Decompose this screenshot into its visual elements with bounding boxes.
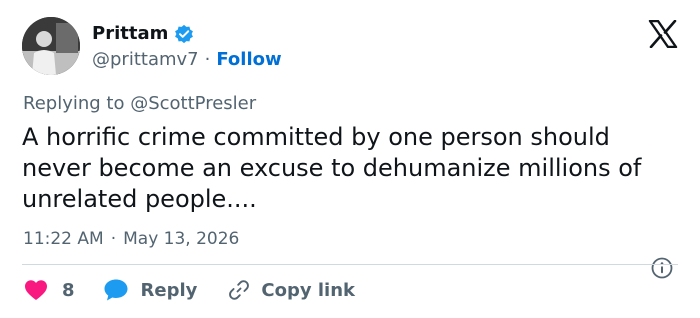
- divider: [22, 264, 678, 265]
- handle-separator: ·: [204, 49, 211, 70]
- replying-to-prefix: Replying to: [23, 93, 125, 114]
- author-name-row: Prittam: [92, 23, 194, 44]
- replying-to-mention[interactable]: @ScottPresler: [130, 93, 256, 114]
- follow-button[interactable]: Follow: [216, 49, 281, 70]
- x-logo-icon[interactable]: [648, 20, 678, 48]
- copy-link-label: Copy link: [261, 279, 355, 301]
- author-display-name[interactable]: Prittam: [92, 23, 168, 44]
- heart-icon: [25, 280, 47, 300]
- replying-to: Replying to @ScottPresler: [23, 93, 256, 114]
- tweet-time: 11:22 AM: [23, 229, 104, 249]
- author-handle-row: @prittamv7 · Follow: [92, 49, 282, 70]
- tweet-timestamp[interactable]: 11:22 AM · May 13, 2026: [23, 229, 239, 249]
- action-bar: 8 Reply Copy link: [24, 278, 355, 302]
- reply-button[interactable]: Reply: [103, 278, 198, 302]
- timestamp-separator: ·: [110, 229, 117, 249]
- link-icon: [229, 280, 250, 300]
- like-button[interactable]: 8: [24, 279, 75, 301]
- copy-link-button[interactable]: Copy link: [227, 278, 355, 302]
- info-icon[interactable]: [650, 256, 674, 280]
- author-handle[interactable]: @prittamv7: [92, 49, 199, 70]
- tweet-text: A horrific crime committed by one person…: [22, 123, 642, 213]
- reply-label: Reply: [140, 279, 198, 301]
- tweet-card: Prittam @prittamv7 · Follow Replying to …: [0, 0, 700, 318]
- tweet-date: May 13, 2026: [123, 229, 240, 249]
- speech-bubble-icon: [104, 279, 128, 301]
- verified-badge-icon: [175, 24, 194, 43]
- avatar[interactable]: [22, 17, 80, 75]
- like-count: 8: [62, 279, 75, 301]
